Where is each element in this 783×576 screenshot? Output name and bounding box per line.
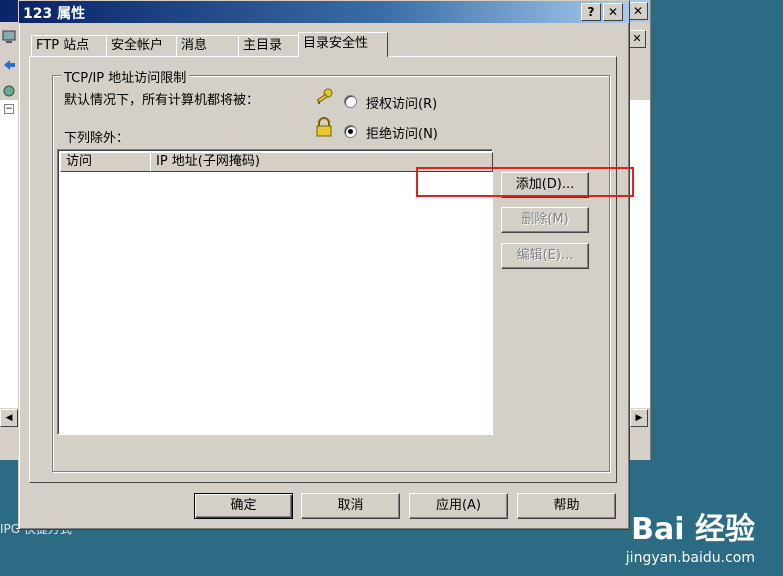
deny-access-label[interactable]: 拒绝访问(N)	[366, 123, 438, 142]
watermark-logo: Bai 经验	[631, 512, 755, 547]
cancel-button[interactable]: 取消	[301, 493, 400, 519]
deny-access-radio[interactable]	[344, 125, 357, 138]
tab-home-directory[interactable]: 主目录	[238, 35, 300, 56]
remove-button[interactable]: 删除(M)	[501, 207, 589, 233]
scroll-right-arrow-icon[interactable]: ▶	[630, 409, 648, 427]
lock-icon	[316, 117, 332, 137]
watermark-url: jingyan.baidu.com	[625, 550, 755, 566]
tab-directory-security[interactable]: 目录安全性	[298, 32, 388, 57]
scroll-left-arrow-icon[interactable]: ◀	[0, 409, 18, 427]
back-arrow-icon[interactable]	[2, 58, 16, 72]
ok-button[interactable]: 确定	[194, 493, 293, 519]
default-access-label: 默认情况下，所有计算机都将被：	[64, 93, 260, 108]
services-icon	[3, 85, 15, 97]
tab-security-accounts[interactable]: 安全帐户	[106, 35, 178, 56]
dialog-title: 123 属性	[23, 6, 86, 22]
background-pane-close-button[interactable]: ✕	[628, 30, 646, 48]
highlight-annotation	[416, 167, 634, 197]
help-title-button[interactable]: ?	[581, 3, 601, 21]
grant-access-label[interactable]: 授权访问(R)	[366, 93, 437, 112]
computer-icon	[2, 30, 16, 43]
tab-ftp-site[interactable]: FTP 站点	[31, 35, 108, 56]
properties-dialog: 123 属性 ? ✕ FTP 站点 安全帐户 消息 主目录 目录安全性 TCP/…	[18, 0, 630, 530]
key-icon	[316, 88, 333, 104]
except-label: 下列除外：	[64, 131, 130, 146]
help-button[interactable]: 帮助	[517, 493, 616, 519]
tab-messages[interactable]: 消息	[176, 35, 240, 56]
dialog-titlebar[interactable]: 123 属性 ? ✕	[19, 1, 629, 23]
apply-button[interactable]: 应用(A)	[409, 493, 508, 519]
group-legend: TCP/IP 地址访问限制	[61, 67, 190, 86]
edit-button[interactable]: 编辑(E)...	[501, 243, 589, 269]
column-access[interactable]: 访问	[60, 152, 151, 172]
close-title-button[interactable]: ✕	[603, 3, 623, 21]
baidu-watermark: Bai 经验 jingyan.baidu.com	[626, 504, 755, 566]
grant-access-radio[interactable]	[344, 95, 357, 108]
background-close-button[interactable]: ✕	[628, 2, 648, 20]
tree-collapse-toggle[interactable]: −	[4, 104, 14, 114]
